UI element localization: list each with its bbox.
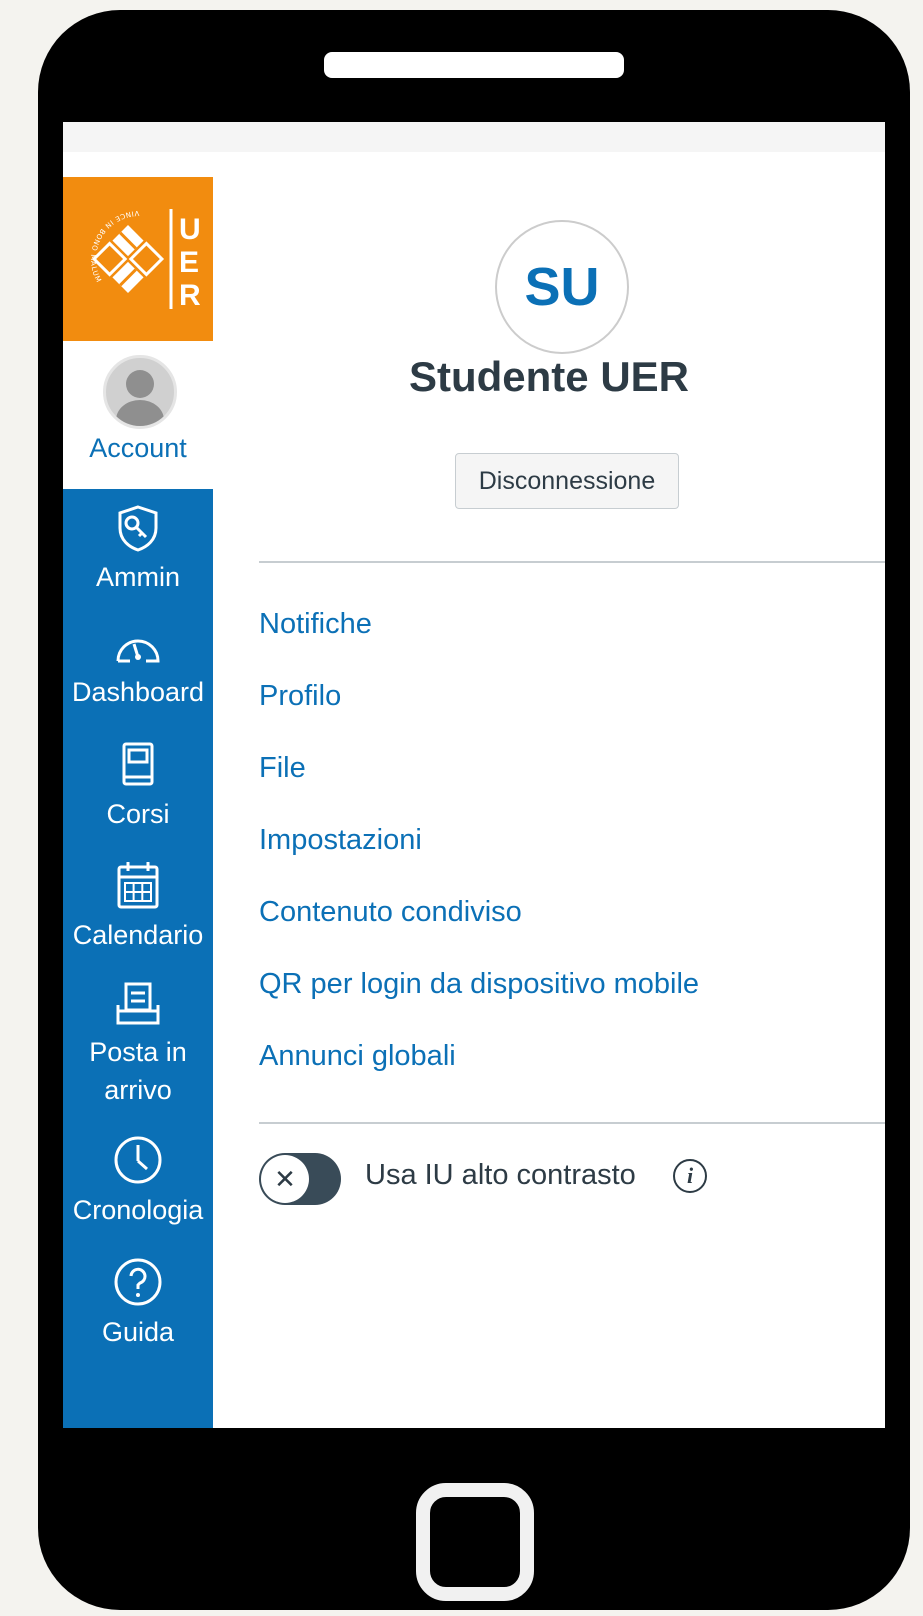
toggle-off-icon: ✕ bbox=[261, 1155, 309, 1203]
screen: VINCE IN BONO MALUM U E R Account Ammin … bbox=[63, 122, 885, 1428]
link-file[interactable]: File bbox=[259, 752, 306, 785]
nav-item-label: Ammin bbox=[95, 562, 180, 592]
nav-item-cronologia[interactable]: Cronologia bbox=[63, 1135, 213, 1229]
uer-logo[interactable]: VINCE IN BONO MALUM U E R bbox=[63, 177, 213, 341]
clock-icon bbox=[114, 1136, 162, 1184]
link-profilo[interactable]: Profilo bbox=[259, 680, 341, 713]
inbox-icon bbox=[116, 982, 160, 1025]
phone-frame: VINCE IN BONO MALUM U E R Account Ammin … bbox=[38, 10, 910, 1610]
info-icon[interactable]: i bbox=[673, 1159, 707, 1193]
nav-item-dashboard[interactable]: Dashboard bbox=[63, 627, 213, 711]
nav-item-posta-in-arrivo[interactable]: Posta in arrivo bbox=[63, 981, 213, 1109]
book-icon bbox=[122, 742, 154, 786]
nav-item-label: Cronologia bbox=[72, 1195, 204, 1225]
nav-account-label: Account bbox=[89, 433, 187, 463]
calendar-icon bbox=[117, 862, 159, 909]
account-tray: SU Studente UER Disconnessione Notifiche… bbox=[213, 177, 885, 1428]
divider bbox=[259, 1122, 885, 1124]
nav-account[interactable]: Account bbox=[63, 341, 213, 489]
svg-text:U: U bbox=[179, 213, 201, 246]
phone-speaker bbox=[324, 52, 624, 78]
user-avatar-icon bbox=[103, 355, 177, 429]
high-contrast-toggle[interactable]: ✕ bbox=[259, 1153, 341, 1205]
uer-seal-icon: VINCE IN BONO MALUM U E R bbox=[89, 209, 201, 312]
nav-item-corsi[interactable]: Corsi bbox=[63, 741, 213, 833]
logout-button[interactable]: Disconnessione bbox=[455, 453, 679, 509]
nav-item-label: Corsi bbox=[106, 799, 170, 829]
nav-item-label: Calendario bbox=[72, 920, 204, 950]
link-impostazioni[interactable]: Impostazioni bbox=[259, 824, 422, 857]
high-contrast-label: Usa IU alto contrasto bbox=[365, 1159, 636, 1191]
help-icon bbox=[114, 1258, 162, 1306]
svg-text:R: R bbox=[179, 279, 201, 312]
browser-top-bar bbox=[63, 122, 885, 152]
profile-avatar[interactable]: SU bbox=[495, 220, 629, 354]
nav-item-ammin[interactable]: Ammin bbox=[63, 504, 213, 596]
nav-item-label: Dashboard bbox=[71, 677, 205, 707]
nav-item-guida[interactable]: Guida bbox=[63, 1257, 213, 1351]
link-notifiche[interactable]: Notifiche bbox=[259, 608, 372, 641]
speedometer-icon bbox=[116, 639, 160, 663]
nav-item-label: Guida bbox=[101, 1317, 175, 1347]
profile-name: Studente UER bbox=[408, 353, 689, 400]
link-annunci-globali[interactable]: Annunci globali bbox=[259, 1040, 456, 1073]
shield-key-icon bbox=[118, 505, 158, 552]
nav-item-calendario[interactable]: Calendario bbox=[63, 860, 213, 954]
nav-item-label: Posta in arrivo bbox=[89, 1037, 187, 1105]
svg-text:E: E bbox=[179, 246, 199, 279]
link-contenuto-condiviso[interactable]: Contenuto condiviso bbox=[259, 896, 522, 929]
phone-home-button bbox=[416, 1483, 534, 1601]
divider bbox=[259, 561, 885, 563]
link-qr-login[interactable]: QR per login da dispositivo mobile bbox=[259, 968, 699, 1001]
global-nav-sidebar: VINCE IN BONO MALUM U E R Account Ammin … bbox=[63, 177, 213, 1428]
